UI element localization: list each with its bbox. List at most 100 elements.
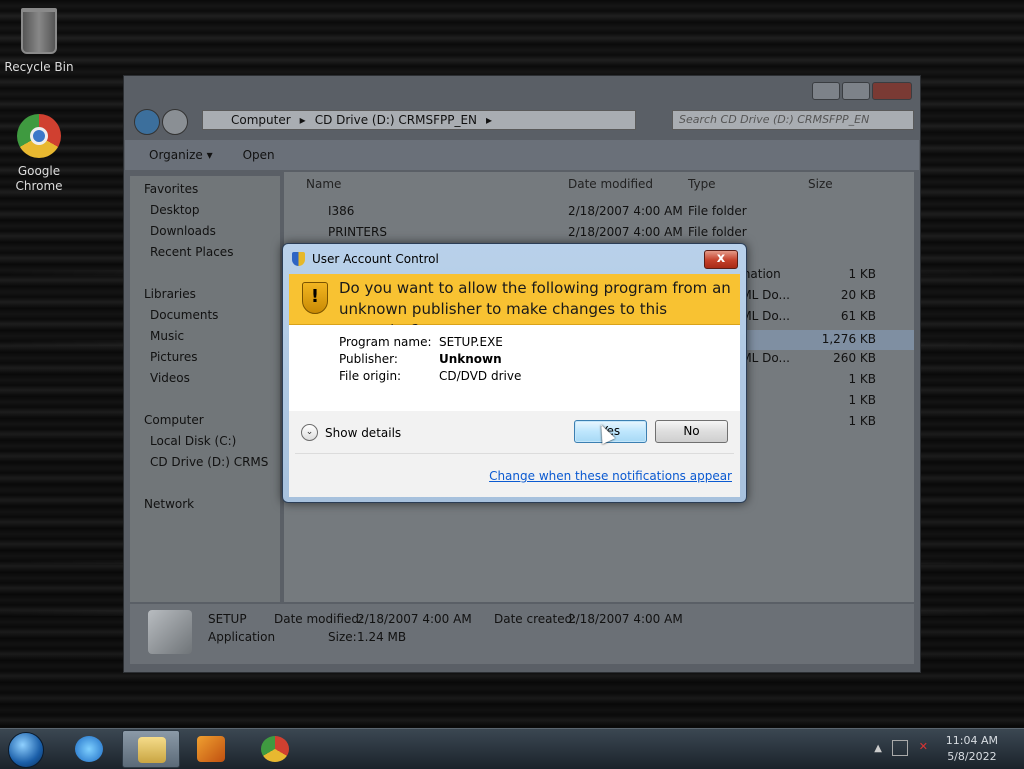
start-button[interactable]: [8, 732, 44, 768]
file-size: 1 KB: [848, 414, 876, 428]
nav-libraries[interactable]: Libraries: [144, 287, 196, 301]
volume-muted-icon[interactable]: ✕: [919, 740, 928, 753]
close-button[interactable]: [872, 82, 912, 100]
file-name: PRINTERS: [328, 225, 387, 239]
navigation-pane: Favorites Desktop Downloads Recent Place…: [130, 176, 280, 602]
program-name-label: Program name:: [339, 335, 432, 349]
forward-button[interactable]: [162, 109, 188, 135]
file-type: File folder: [688, 204, 747, 218]
file-date: 2/18/2007 4:00 AM: [568, 204, 683, 218]
file-origin-label: File origin:: [339, 369, 402, 383]
nav-recent-places[interactable]: Recent Places: [150, 245, 233, 259]
uac-footer: ⌄ Show details Yes No Change when these …: [289, 411, 740, 497]
details-modified-value: 2/18/2007 4:00 AM: [357, 612, 472, 626]
taskbar-internet-explorer[interactable]: [60, 730, 118, 768]
file-type: File folder: [688, 225, 747, 239]
uac-program-info: Program name: SETUP.EXE Publisher: Unkno…: [289, 325, 740, 411]
breadcrumb-computer[interactable]: Computer: [231, 113, 291, 127]
uac-title: User Account Control: [312, 252, 439, 266]
taskbar: ▲ ✕ 11:04 AM 5/8/2022: [0, 728, 1024, 769]
media-player-icon: [197, 736, 225, 762]
nav-cd-drive[interactable]: CD Drive (D:) CRMS: [150, 455, 268, 469]
clock-date: 5/8/2022: [947, 750, 997, 763]
network-status-icon[interactable]: [892, 740, 908, 756]
file-name: I386: [328, 204, 355, 218]
breadcrumb-cd-drive[interactable]: CD Drive (D:) CRMSFPP_EN: [315, 113, 477, 127]
nav-desktop[interactable]: Desktop: [150, 203, 200, 217]
recycle-bin-icon: [21, 8, 57, 54]
minimize-button[interactable]: [812, 82, 840, 100]
chrome-icon: [17, 114, 61, 158]
no-button[interactable]: No: [655, 420, 728, 443]
uac-titlebar: User Account Control x: [283, 244, 746, 274]
file-size: 61 KB: [840, 309, 876, 323]
details-file-name: SETUP: [208, 612, 247, 626]
column-header-date[interactable]: Date modified: [568, 177, 653, 191]
chrome-icon: [261, 736, 289, 762]
file-size: 1 KB: [848, 372, 876, 386]
column-header-name[interactable]: Name: [306, 177, 341, 191]
details-created-label: Date created:: [494, 612, 577, 626]
show-details-toggle[interactable]: Show details: [325, 426, 401, 440]
address-row: Computer ▸ CD Drive (D:) CRMSFPP_EN ▸ Se…: [132, 107, 914, 135]
uac-warning-banner: ! Do you want to allow the following pro…: [289, 274, 740, 339]
nav-music[interactable]: Music: [150, 329, 184, 343]
desktop-icon-chrome[interactable]: Google Chrome: [1, 114, 77, 194]
program-name-value: SETUP.EXE: [439, 335, 503, 349]
uac-dialog: User Account Control x ! Do you want to …: [282, 243, 747, 503]
file-origin-value: CD/DVD drive: [439, 369, 522, 383]
taskbar-chrome[interactable]: [246, 730, 304, 768]
column-header-size[interactable]: Size: [808, 177, 833, 191]
nav-videos[interactable]: Videos: [150, 371, 190, 385]
window-controls: [812, 82, 912, 100]
show-hidden-icons-icon[interactable]: ▲: [874, 743, 882, 754]
system-clock[interactable]: 11:04 AM 5/8/2022: [946, 733, 998, 765]
folder-icon: [138, 737, 166, 763]
organize-button[interactable]: Organize ▾: [149, 148, 213, 162]
search-input[interactable]: Search CD Drive (D:) CRMSFPP_EN: [672, 110, 914, 130]
breadcrumb-separator: ▸: [299, 113, 306, 127]
nav-local-disk[interactable]: Local Disk (C:): [150, 434, 236, 448]
desktop-icon-label: Google Chrome: [15, 164, 63, 193]
publisher-label: Publisher:: [339, 352, 398, 366]
notification-settings-link[interactable]: Change when these notifications appear: [489, 469, 732, 483]
table-row[interactable]: PRINTERS 2/18/2007 4:00 AM File folder: [284, 225, 914, 245]
clock-time: 11:04 AM: [945, 734, 998, 747]
address-bar[interactable]: Computer ▸ CD Drive (D:) CRMSFPP_EN ▸: [202, 110, 636, 130]
file-size: 1,276 KB: [821, 332, 876, 346]
setup-app-icon: [148, 610, 192, 654]
chevron-down-icon[interactable]: ⌄: [301, 424, 318, 441]
nav-favorites[interactable]: Favorites: [144, 182, 198, 196]
uac-close-button[interactable]: x: [704, 250, 738, 269]
open-button[interactable]: Open: [243, 148, 275, 162]
details-size-value: 1.24 MB: [357, 630, 407, 644]
table-row[interactable]: I386 2/18/2007 4:00 AM File folder: [284, 204, 914, 224]
warning-shield-icon: !: [302, 282, 328, 314]
file-date: 2/18/2007 4:00 AM: [568, 225, 683, 239]
nav-computer[interactable]: Computer: [144, 413, 204, 427]
command-bar: Organize ▾ Open: [125, 140, 919, 170]
details-created-value: 2/18/2007 4:00 AM: [568, 612, 683, 626]
taskbar-explorer[interactable]: [122, 730, 180, 768]
uac-shield-icon: [292, 252, 305, 266]
details-size-label: Size:: [328, 630, 357, 644]
nav-pictures[interactable]: Pictures: [150, 350, 198, 364]
taskbar-media-player[interactable]: [182, 730, 240, 768]
file-size: 1 KB: [848, 267, 876, 281]
divider: [295, 453, 734, 454]
breadcrumb-separator: ▸: [486, 113, 493, 127]
publisher-value: Unknown: [439, 352, 502, 366]
desktop-icon-label: Recycle Bin: [4, 60, 74, 74]
nav-documents[interactable]: Documents: [150, 308, 218, 322]
file-size: 1 KB: [848, 393, 876, 407]
maximize-button[interactable]: [842, 82, 870, 100]
column-header-type[interactable]: Type: [688, 177, 716, 191]
file-size: 260 KB: [833, 351, 876, 365]
details-file-kind: Application: [208, 630, 276, 644]
details-modified-label: Date modified:: [274, 612, 364, 626]
internet-explorer-icon: [75, 736, 103, 762]
back-button[interactable]: [134, 109, 160, 135]
desktop-icon-recycle-bin[interactable]: Recycle Bin: [1, 8, 77, 75]
nav-downloads[interactable]: Downloads: [150, 224, 216, 238]
nav-network[interactable]: Network: [144, 497, 194, 511]
